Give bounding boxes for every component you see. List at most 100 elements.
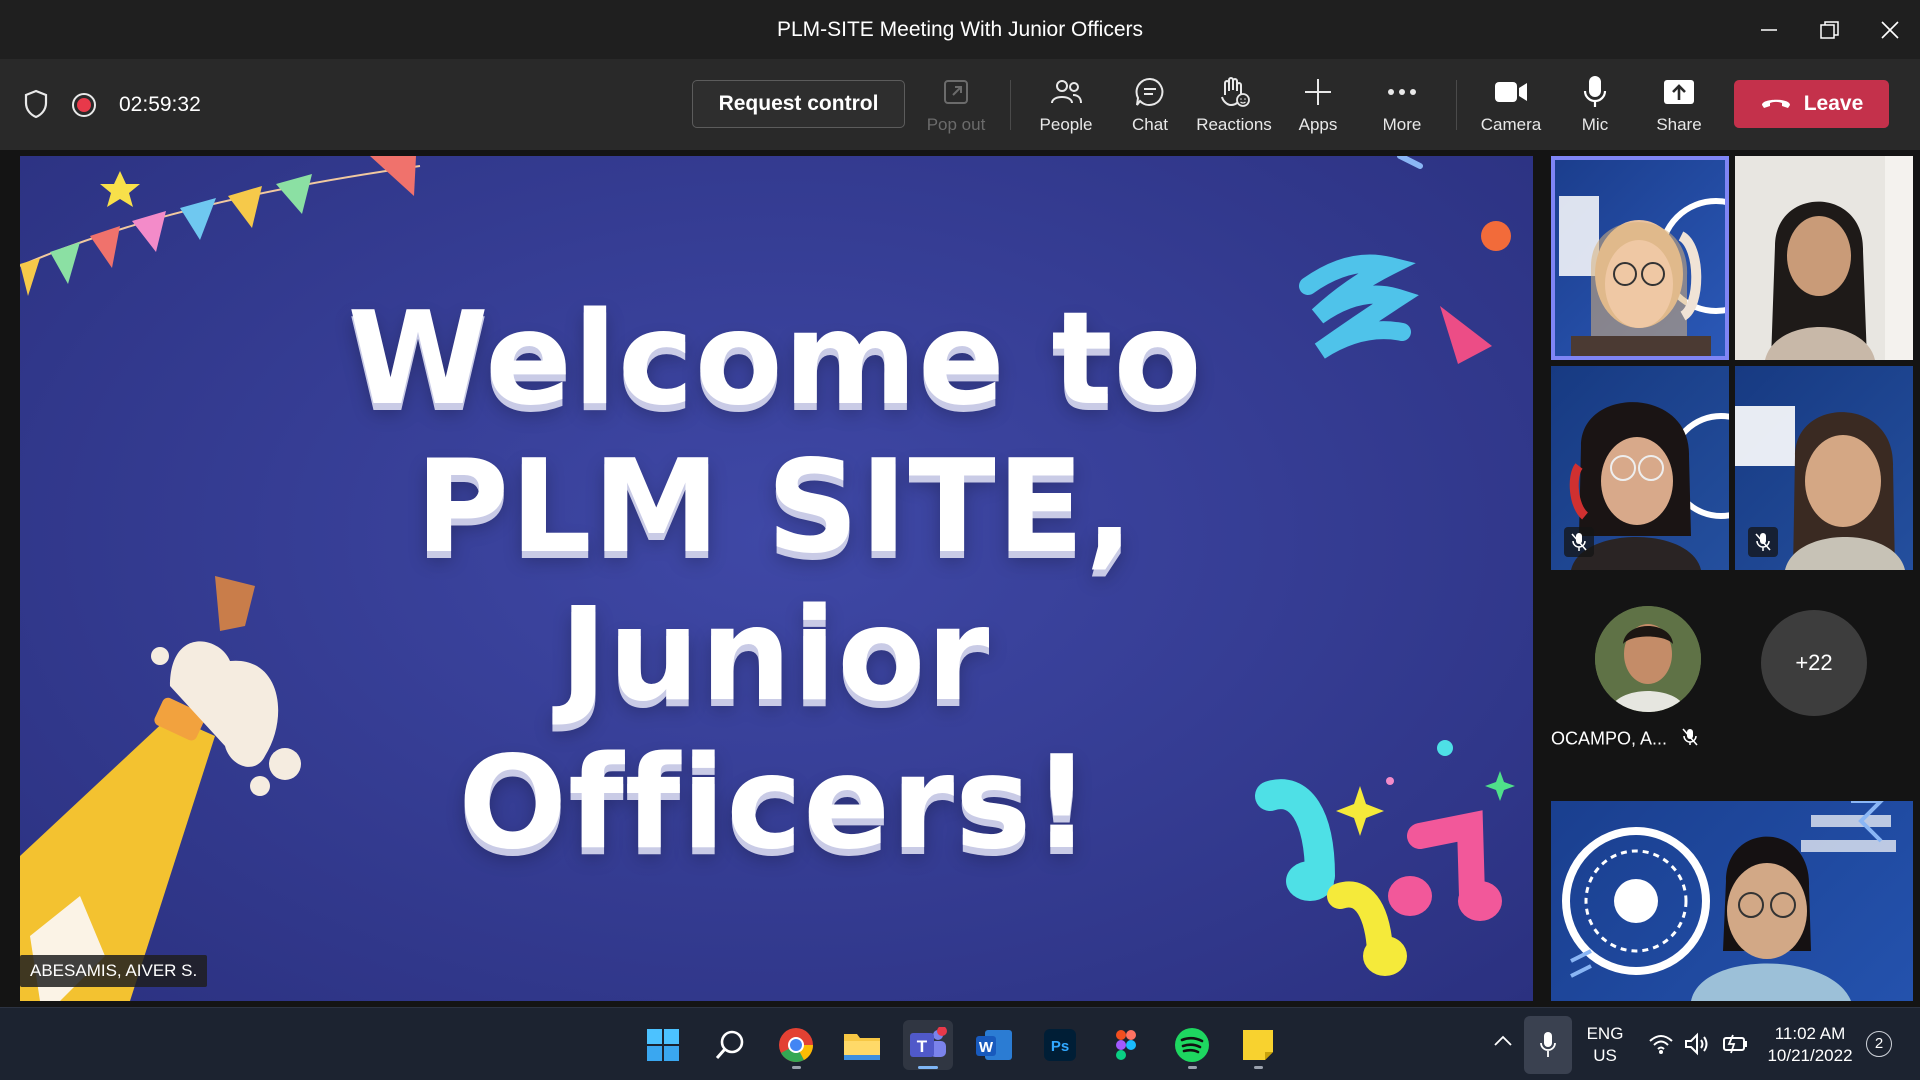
participant-video-image bbox=[1559, 196, 1729, 360]
chat-icon bbox=[1134, 73, 1166, 111]
meeting-stage: Welcome to PLM SITE, Junior Officers! AB… bbox=[0, 150, 1920, 1007]
popout-button[interactable]: Pop out bbox=[916, 73, 996, 141]
svg-text:T: T bbox=[917, 1037, 928, 1056]
participant-video-tile[interactable] bbox=[1551, 156, 1729, 360]
participant-video-image bbox=[1562, 801, 1896, 1001]
chrome-app-button[interactable] bbox=[771, 1020, 821, 1070]
figma-icon bbox=[1116, 1030, 1136, 1060]
more-button[interactable]: More bbox=[1362, 73, 1442, 141]
minimize-button[interactable] bbox=[1739, 0, 1799, 59]
share-label: Share bbox=[1656, 115, 1702, 134]
mic-off-icon bbox=[1564, 527, 1594, 557]
chat-button[interactable]: Chat bbox=[1110, 73, 1190, 141]
chrome-icon bbox=[779, 1028, 813, 1062]
toolbar-divider bbox=[1010, 80, 1011, 130]
mic-icon bbox=[1582, 73, 1608, 111]
close-button[interactable] bbox=[1860, 0, 1920, 59]
close-icon bbox=[1881, 20, 1899, 39]
share-icon bbox=[1663, 73, 1695, 111]
mic-off-icon bbox=[1748, 527, 1778, 557]
people-label: People bbox=[1039, 115, 1093, 134]
people-icon bbox=[1050, 73, 1082, 111]
restore-button[interactable] bbox=[1800, 0, 1860, 59]
sticky-notes-app-button[interactable] bbox=[1233, 1020, 1283, 1070]
window-title: PLM-SITE Meeting With Junior Officers bbox=[776, 18, 1144, 41]
spotify-app-button[interactable] bbox=[1167, 1020, 1217, 1070]
minimize-icon bbox=[1761, 28, 1777, 31]
camera-label: Camera bbox=[1480, 115, 1542, 134]
shield-icon bbox=[23, 89, 49, 124]
participant-video-tile[interactable] bbox=[1551, 366, 1729, 570]
language-indicator[interactable]: ENG US bbox=[1580, 1023, 1630, 1067]
hangup-icon bbox=[1760, 92, 1792, 116]
photoshop-app-button[interactable]: Ps bbox=[1035, 1020, 1085, 1070]
region-code: US bbox=[1593, 1046, 1617, 1065]
language-code: ENG bbox=[1586, 1024, 1624, 1043]
slide-title-line: Officers! bbox=[458, 729, 1092, 878]
search-button[interactable] bbox=[705, 1020, 755, 1070]
participant-video-image bbox=[1765, 156, 1913, 360]
camera-icon bbox=[1494, 73, 1528, 111]
toolbar-divider bbox=[1456, 80, 1457, 130]
show-hidden-icons-button[interactable] bbox=[1493, 1033, 1513, 1052]
battery-icon[interactable] bbox=[1720, 1033, 1748, 1060]
mic-off-icon bbox=[1682, 728, 1698, 750]
apps-button[interactable]: Apps bbox=[1278, 73, 1358, 141]
share-button[interactable]: Share bbox=[1639, 73, 1719, 141]
self-view-video[interactable] bbox=[1551, 801, 1913, 1001]
svg-text:W: W bbox=[979, 1039, 994, 1056]
request-control-button[interactable]: Request control bbox=[692, 80, 905, 128]
volume-icon[interactable] bbox=[1684, 1032, 1712, 1061]
file-explorer-button[interactable] bbox=[837, 1020, 887, 1070]
recording-indicator-icon bbox=[72, 93, 96, 117]
svg-text:Ps: Ps bbox=[1051, 1038, 1069, 1055]
notification-badge[interactable]: 2 bbox=[1866, 1031, 1892, 1057]
clock-date: 10/21/2022 bbox=[1767, 1046, 1853, 1065]
participant-name: OCAMPO, A... bbox=[1551, 728, 1668, 749]
plus-icon bbox=[1303, 73, 1333, 111]
title-bar: PLM-SITE Meeting With Junior Officers bbox=[0, 0, 1920, 59]
windows-logo-icon bbox=[647, 1029, 679, 1061]
running-indicator bbox=[918, 1066, 938, 1069]
audio-only-participant[interactable]: OCAMPO, A... bbox=[1551, 600, 1731, 770]
windows-taskbar: T W Ps ENG US 11:02 AM 10/21/2022 bbox=[0, 1007, 1920, 1080]
meeting-toolbar: 02:59:32 Request control Pop out People … bbox=[0, 59, 1920, 150]
participant-video-tile[interactable] bbox=[1735, 366, 1913, 570]
more-participants-button[interactable]: +22 bbox=[1761, 610, 1867, 716]
chat-label: Chat bbox=[1132, 115, 1168, 134]
teams-icon: T bbox=[910, 1027, 947, 1057]
people-button[interactable]: People bbox=[1026, 73, 1106, 141]
avatar bbox=[1595, 606, 1701, 712]
running-indicator bbox=[1188, 1066, 1197, 1069]
wifi-icon[interactable] bbox=[1648, 1033, 1674, 1060]
figma-app-button[interactable] bbox=[1101, 1020, 1151, 1070]
microphone-icon bbox=[1540, 1032, 1556, 1057]
sticky-notes-icon bbox=[1243, 1030, 1273, 1060]
spotify-icon bbox=[1175, 1028, 1209, 1062]
mic-button[interactable]: Mic bbox=[1555, 73, 1635, 141]
popout-label: Pop out bbox=[926, 115, 986, 134]
mic-label: Mic bbox=[1581, 115, 1609, 134]
word-app-button[interactable]: W bbox=[969, 1020, 1019, 1070]
reactions-label: Reactions bbox=[1196, 115, 1272, 134]
reactions-icon bbox=[1217, 73, 1251, 111]
running-indicator bbox=[792, 1066, 801, 1069]
slide-title-line: Junior bbox=[559, 581, 991, 730]
teams-app-button[interactable]: T bbox=[903, 1020, 953, 1070]
folder-icon bbox=[844, 1034, 880, 1060]
participant-video-tile[interactable] bbox=[1735, 156, 1913, 360]
reactions-button[interactable]: Reactions bbox=[1194, 73, 1274, 141]
chevron-up-icon bbox=[1494, 1035, 1512, 1046]
participant-name-row: OCAMPO, A... bbox=[1551, 728, 1751, 751]
clock[interactable]: 11:02 AM 10/21/2022 bbox=[1760, 1023, 1860, 1067]
apps-label: Apps bbox=[1298, 115, 1338, 134]
start-button[interactable] bbox=[638, 1020, 688, 1070]
shared-screen[interactable]: Welcome to PLM SITE, Junior Officers! AB… bbox=[20, 156, 1533, 1001]
leave-button[interactable]: Leave bbox=[1734, 80, 1889, 128]
tray-mic-button[interactable] bbox=[1524, 1016, 1572, 1074]
leave-label: Leave bbox=[1803, 92, 1864, 115]
search-icon bbox=[715, 1030, 744, 1059]
camera-button[interactable]: Camera bbox=[1471, 73, 1551, 141]
clock-time: 11:02 AM bbox=[1774, 1024, 1846, 1043]
slide-title-line: PLM SITE, bbox=[415, 433, 1135, 582]
